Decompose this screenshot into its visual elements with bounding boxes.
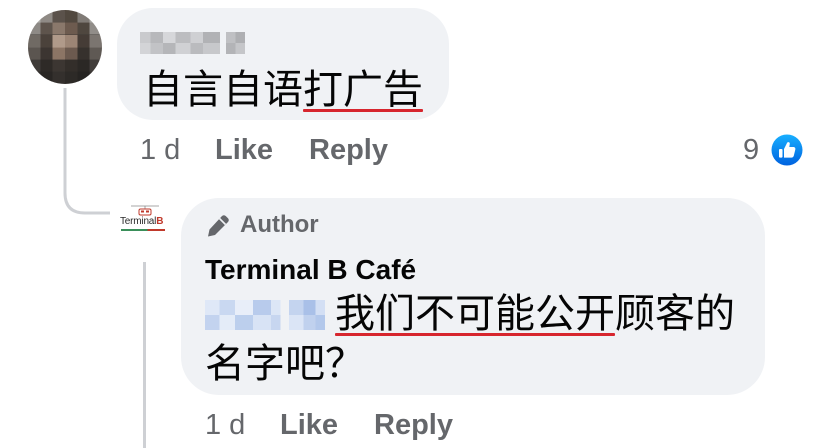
logo-letter: B: [156, 216, 164, 227]
reply-timestamp-link[interactable]: 1 d: [205, 408, 245, 442]
redacted-commenter-name: [140, 32, 245, 54]
logo-word: Terminal: [120, 216, 157, 227]
reaction-count[interactable]: 9: [743, 133, 759, 167]
reply-bubble: Author Terminal B Café 我们不可能公开顾客的 名字吧？: [181, 198, 765, 395]
redacted-mention-name: [205, 300, 325, 330]
reply-body-text: 顾客的: [615, 291, 735, 337]
pencil-icon: [208, 215, 229, 237]
thumbs-up-icon[interactable]: [769, 132, 805, 168]
logo-underline: [121, 229, 165, 231]
author-badge: Author: [240, 211, 319, 238]
reply-reply-button[interactable]: Reply: [374, 408, 453, 442]
commenter-avatar[interactable]: [28, 10, 102, 84]
comment-timestamp-link[interactable]: 1 d: [140, 133, 180, 167]
reply-like-button[interactable]: Like: [280, 408, 338, 442]
comment-body: 自言自语打广告: [143, 66, 423, 114]
comment-body-underlined-text: 打广告: [303, 67, 423, 113]
thread-connector-line: [63, 88, 110, 215]
reply-body-line-2: 名字吧？: [205, 341, 365, 387]
page-avatar-logo[interactable]: TerminalB: [119, 205, 169, 237]
comment-bubble: 自言自语打广告: [117, 8, 449, 120]
comment-body-text: 自言自语: [143, 67, 303, 113]
reply-author-name-link[interactable]: Terminal B Café: [205, 253, 416, 287]
reply-button[interactable]: Reply: [309, 133, 388, 167]
logo-wordmark: TerminalB: [120, 216, 163, 228]
reply-body-underlined-text: 我们不可能公开: [335, 291, 615, 337]
reply-thread-line: [143, 262, 146, 448]
reply-body-line-1: 我们不可能公开顾客的: [335, 290, 735, 338]
like-button[interactable]: Like: [215, 133, 273, 167]
